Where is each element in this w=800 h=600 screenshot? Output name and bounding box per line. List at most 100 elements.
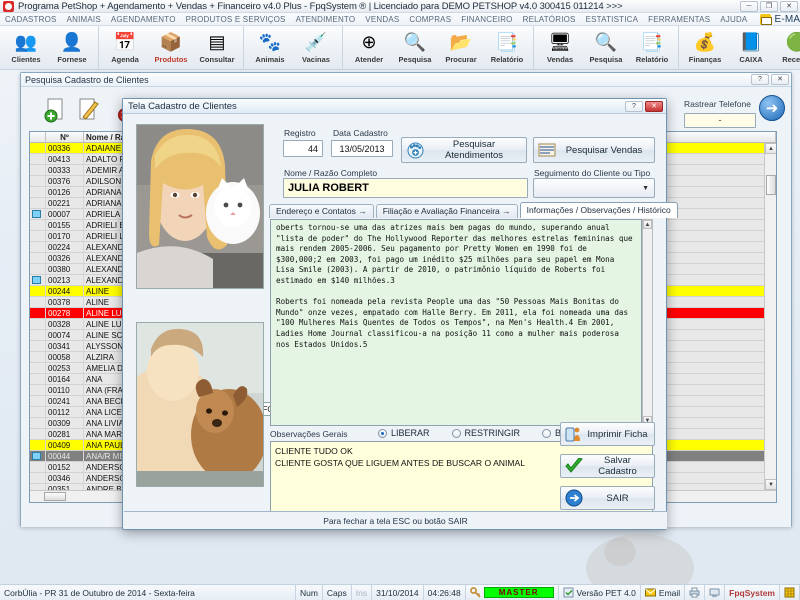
- radio-icon[interactable]: [542, 428, 552, 438]
- row-thumb-indicator: [30, 440, 46, 450]
- row-thumb-indicator: [30, 165, 46, 175]
- search-sales-button[interactable]: Pesquisar Vendas: [533, 137, 655, 163]
- menu-item-vendas[interactable]: VENDAS: [360, 15, 404, 24]
- scroll-down-icon[interactable]: ▼: [765, 479, 776, 490]
- toolbar-button-agenda[interactable]: 📅 Agenda: [103, 28, 147, 68]
- toolbar-button-fornese[interactable]: 👤 Fornese: [50, 28, 94, 68]
- status-grid[interactable]: [780, 584, 800, 600]
- print-record-button[interactable]: Imprimir Ficha: [560, 422, 655, 446]
- nome-razao-input[interactable]: JULIA ROBERT: [283, 178, 528, 198]
- row-number: 00253: [46, 363, 84, 373]
- toolbar-button-receber[interactable]: 🟢 Receber: [775, 28, 800, 68]
- toolbar-button-label: Receber: [782, 55, 800, 64]
- menu-item-ajuda[interactable]: AJUDA: [715, 15, 752, 24]
- minimize-button[interactable]: ─: [740, 1, 758, 12]
- menu-item-ferramentas[interactable]: FERRAMENTAS: [643, 15, 715, 24]
- toolbar-button-animais[interactable]: 🐾 Animais: [248, 28, 292, 68]
- tab-0[interactable]: Endereço e Contatos →: [269, 204, 374, 218]
- toolbar-button-atender[interactable]: ⊕ Atender: [347, 28, 391, 68]
- menu-item-compras[interactable]: COMPRAS: [404, 15, 456, 24]
- radio-icon[interactable]: [451, 428, 461, 438]
- toolbar-button-label: Agenda: [111, 55, 139, 64]
- row-thumb-indicator: [30, 473, 46, 483]
- exit-button[interactable]: SAIR: [560, 486, 655, 510]
- data-cadastro-input[interactable]: 13/05/2013: [331, 140, 393, 157]
- grid-column-header-0[interactable]: [30, 132, 46, 142]
- scroll-up-icon[interactable]: ▲: [765, 143, 776, 154]
- restore-button[interactable]: ❐: [760, 1, 778, 12]
- menu-item-relat-rios[interactable]: RELATÓRIOS: [518, 15, 581, 24]
- grid-scroll-thumb[interactable]: [766, 175, 776, 195]
- toolbar-button-consultar[interactable]: ▤ Consultar: [195, 28, 239, 68]
- status-radio-restringir[interactable]: RESTRINGIR: [451, 428, 520, 438]
- toolbar-button-relat-rio[interactable]: 📑 Relatório: [485, 28, 529, 68]
- menu-item-estatistica[interactable]: ESTATISTICA: [581, 15, 644, 24]
- status-network[interactable]: [705, 584, 726, 600]
- row-number: 00328: [46, 319, 84, 329]
- row-thumb-indicator: [30, 198, 46, 208]
- grid-vertical-scrollbar[interactable]: ▲ ▼: [764, 143, 776, 490]
- toolbar-button-finan-as[interactable]: 💰 Finanças: [683, 28, 727, 68]
- toolbar-button-clientes[interactable]: 👥 Clientes: [4, 28, 48, 68]
- menu-item-cadastros[interactable]: CADASTROS: [0, 15, 62, 24]
- pet-photo: [136, 322, 264, 487]
- tab-2[interactable]: Informações / Observações / Histórico: [519, 202, 678, 218]
- row-thumb-indicator: [30, 451, 46, 461]
- menu-item-atendimento[interactable]: ATENDIMENTO: [291, 15, 361, 24]
- trace-phone-input[interactable]: -: [684, 113, 756, 128]
- new-record-icon[interactable]: [43, 97, 69, 123]
- tab-1[interactable]: Filiação e Avaliação Financeira →: [375, 204, 518, 218]
- status-printer[interactable]: [685, 584, 706, 600]
- menu-item-agendamento[interactable]: AGENDAMENTO: [106, 15, 181, 24]
- grid-hscroll-thumb[interactable]: [44, 492, 66, 501]
- toolbar-button-procurar[interactable]: 📂 Procurar: [439, 28, 483, 68]
- row-number: 00336: [46, 143, 84, 153]
- status-caps: Caps: [323, 584, 352, 600]
- dialog-help-button[interactable]: ?: [625, 100, 643, 112]
- toolbar-button-label: Animais: [255, 55, 285, 64]
- seguimento-select[interactable]: [533, 178, 655, 198]
- client-registration-dialog: Tela Cadastro de Clientes ? ✕ Registro 4…: [122, 98, 678, 600]
- search-appointments-button[interactable]: Pesquisar Atendimentos: [401, 137, 527, 163]
- seguimento-label: Seguimento do Cliente ou Tipo: [534, 168, 651, 178]
- row-thumb-indicator: [30, 187, 46, 197]
- toolbar-button-pesquisa[interactable]: 🔍 Pesquisa: [584, 28, 628, 68]
- close-button[interactable]: ✕: [780, 1, 798, 12]
- scroll-up-icon[interactable]: ▲: [643, 220, 652, 229]
- toolbar-button-label: Pesquisa: [398, 55, 432, 64]
- menu-item-produtos-e-servi-os[interactable]: PRODUTOS E SERVIÇOS: [181, 15, 291, 24]
- radio-icon[interactable]: [378, 428, 387, 438]
- row-number: 00309: [46, 418, 84, 428]
- row-number: 00155: [46, 220, 84, 230]
- dialog-close-button[interactable]: ✕: [645, 100, 663, 112]
- status-email[interactable]: Email: [641, 584, 686, 600]
- search-help-button[interactable]: ?: [751, 74, 769, 85]
- edit-record-icon[interactable]: [75, 97, 101, 123]
- memo-scrollbar[interactable]: ▲ ▼: [642, 219, 653, 426]
- toolbar-button-vendas[interactable]: 🖥 Vendas: [538, 28, 582, 68]
- toolbar-button-label: Consultar: [199, 55, 235, 64]
- toolbar-button-caixa[interactable]: 📘 CAIXA: [729, 28, 773, 68]
- toolbar-button-produtos[interactable]: 📦 Produtos: [149, 28, 193, 68]
- toolbar-button-relat-rio[interactable]: 📑 Relatório: [630, 28, 674, 68]
- menu-item-financeiro[interactable]: FINANCEIRO: [456, 15, 517, 24]
- arrow-right-circle-icon[interactable]: ➜: [759, 95, 785, 121]
- toolbar-button-vacinas[interactable]: 💉 Vacinas: [294, 28, 338, 68]
- paw-icon: 🐾: [258, 32, 282, 52]
- version-icon: [563, 587, 574, 598]
- dialog-controls: ? ✕: [625, 100, 663, 112]
- menu-item-animais[interactable]: ANIMAIS: [62, 15, 106, 24]
- registro-input[interactable]: 44: [283, 140, 323, 157]
- menu-item-email[interactable]: E-MAIL: [752, 13, 800, 25]
- history-memo[interactable]: oberts tornou-se uma das atrizes mais be…: [270, 219, 642, 426]
- grid-column-header-1[interactable]: Nº: [46, 132, 84, 142]
- status-radio-liberar[interactable]: LIBERAR: [378, 428, 430, 438]
- toolbar-button-label: Relatório: [490, 55, 524, 64]
- dialog-body: .\FOTO\KATIA.JPG: [123, 114, 678, 600]
- toolbar-button-pesquisa[interactable]: 🔍 Pesquisa: [393, 28, 437, 68]
- dialog-hint-text: Para fechar a tela ESC ou botão SAIR: [323, 515, 468, 526]
- search-close-button[interactable]: ✕: [771, 74, 789, 85]
- row-thumb-indicator: [30, 341, 46, 351]
- toolbar-button-label: Finanças: [688, 55, 722, 64]
- save-record-button[interactable]: Salvar Cadastro: [560, 454, 655, 478]
